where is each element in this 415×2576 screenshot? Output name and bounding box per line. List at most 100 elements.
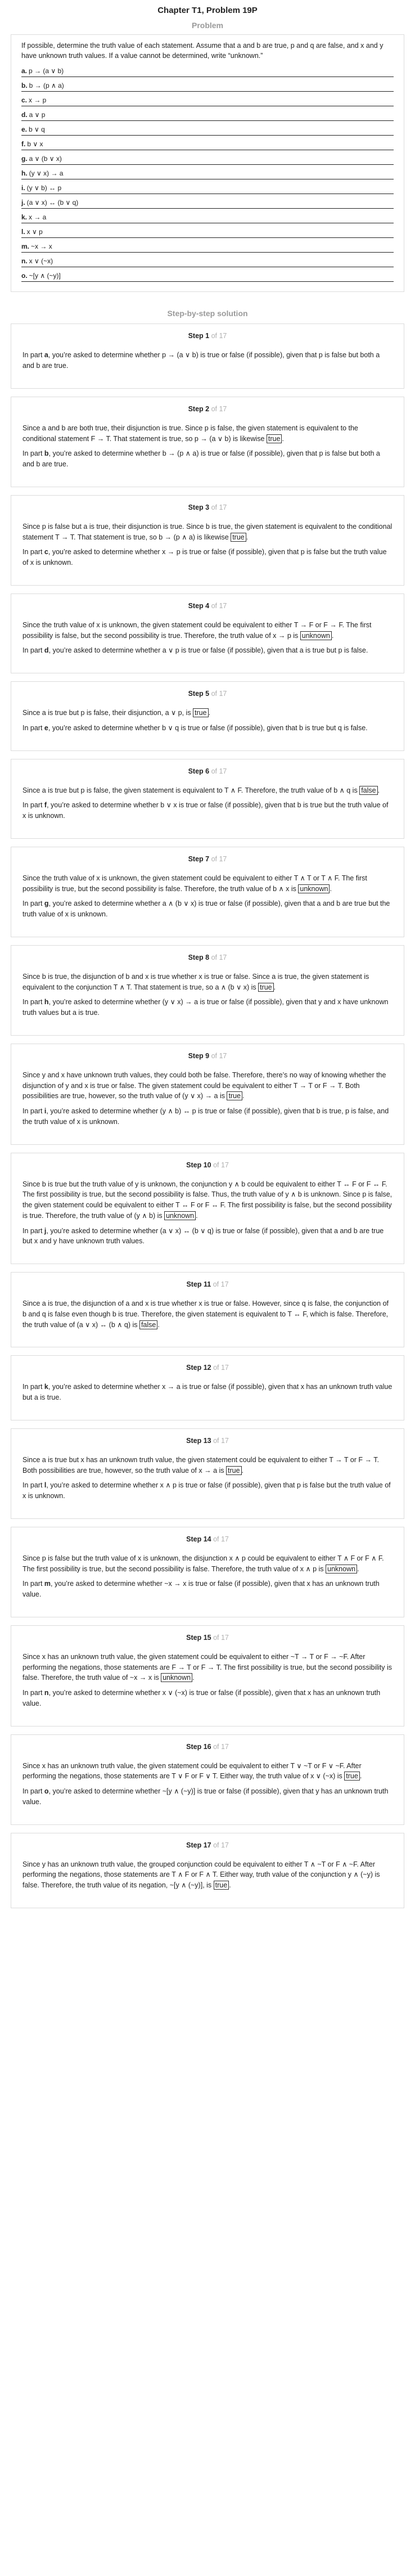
problem-card: If possible, determine the truth value o… bbox=[11, 34, 404, 293]
step-number: 14 bbox=[203, 1535, 211, 1543]
step-word: Step bbox=[188, 601, 206, 610]
step-of-total: of 17 bbox=[211, 1364, 229, 1372]
step-paragraph: Since a is true but x has an unknown tru… bbox=[22, 1455, 379, 1475]
step-paragraph: Since p is false but a is true, their di… bbox=[22, 522, 393, 542]
solution-step: Step 14 of 17 Since p is false but the tr… bbox=[11, 1526, 404, 1617]
step-number: 15 bbox=[203, 1633, 211, 1642]
part-label: h. bbox=[21, 169, 28, 178]
step-heading: Step 6 of 17 bbox=[22, 767, 393, 775]
step-paragraph: Since b is true but the truth value of y… bbox=[22, 1180, 393, 1220]
step-of-total: of 17 bbox=[209, 1051, 227, 1060]
solution-step: Step 7 of 17 Since the truth value of x i… bbox=[11, 846, 404, 937]
step-paragraph: In part o, you’re asked to determine whe… bbox=[22, 1787, 389, 1806]
step-word: Step bbox=[188, 953, 206, 961]
solution-step: Step 4 of 17 Since the truth value of x i… bbox=[11, 593, 404, 673]
solution-step: Step 11 of 17 Since a is true, the disjun… bbox=[11, 1272, 404, 1348]
part-expression: p → (a ∨ b) bbox=[29, 67, 64, 75]
part-label: i. bbox=[21, 184, 25, 192]
step-number: 11 bbox=[204, 1280, 211, 1288]
part-expression: b → (p ∧ a) bbox=[29, 82, 64, 90]
step-paragraph: In part m, you’re asked to determine whe… bbox=[22, 1580, 380, 1598]
step-paragraph: Since the truth value of x is unknown, t… bbox=[22, 621, 372, 640]
step-number: 13 bbox=[203, 1436, 211, 1445]
part-expression: ~x → x bbox=[31, 242, 52, 251]
answer-box: true bbox=[213, 1881, 229, 1890]
part-reference: o bbox=[44, 1787, 49, 1795]
part-label: a. bbox=[21, 67, 28, 75]
step-paragraph: Since x has an unknown truth value, the … bbox=[22, 1652, 393, 1683]
part-label: j. bbox=[21, 199, 25, 207]
part-reference: n bbox=[44, 1689, 49, 1697]
step-word: Step bbox=[188, 503, 206, 511]
step-heading: Step 13 of 17 bbox=[22, 1437, 393, 1445]
step-word: Step bbox=[186, 1633, 204, 1642]
step-word: Step bbox=[188, 855, 206, 863]
part-label: c. bbox=[21, 96, 28, 105]
part-expression: (y ∨ x) → a bbox=[29, 169, 64, 178]
step-word: Step bbox=[188, 690, 206, 698]
solution-step: Step 3 of 17 Since p is false but a is tr… bbox=[11, 494, 404, 586]
answer-box: true bbox=[226, 1465, 242, 1475]
problem-part: j. (a ∨ x) ↔ (b ∨ q) bbox=[21, 197, 394, 209]
solution-section-title: Step-by-step solution bbox=[167, 309, 248, 318]
problem-intro: If possible, determine the truth value o… bbox=[21, 42, 384, 60]
part-label: e. bbox=[21, 125, 28, 134]
part-reference: c bbox=[44, 548, 48, 556]
step-of-total: of 17 bbox=[211, 1161, 229, 1169]
part-label: b. bbox=[21, 82, 28, 90]
step-heading: Step 16 of 17 bbox=[22, 1743, 393, 1751]
answer-box: true bbox=[193, 708, 209, 717]
step-heading: Step 3 of 17 bbox=[22, 503, 393, 511]
answer-box: true bbox=[344, 1772, 360, 1781]
problem-part: b. b → (p ∧ a) bbox=[21, 80, 394, 92]
step-paragraph: In part d, you’re asked to determine whe… bbox=[22, 646, 368, 655]
part-label: l. bbox=[21, 228, 25, 236]
part-reference: a bbox=[44, 351, 48, 359]
solution-step: Step 16 of 17 Since x has an unknown trut… bbox=[11, 1734, 404, 1825]
step-of-total: of 17 bbox=[209, 855, 227, 863]
part-reference: i bbox=[44, 1107, 47, 1115]
chapter-title: Chapter T1, Problem 19P bbox=[157, 6, 258, 15]
step-heading: Step 12 of 17 bbox=[22, 1364, 393, 1372]
step-heading: Step 5 of 17 bbox=[22, 690, 393, 698]
problem-part: h. (y ∨ x) → a bbox=[21, 168, 394, 180]
solution-step: Step 8 of 17 Since b is true, the disjunc… bbox=[11, 945, 404, 1036]
answer-box: unknown bbox=[164, 1211, 196, 1220]
part-expression: ~[y ∧ (~y)] bbox=[29, 272, 61, 280]
step-of-total: of 17 bbox=[211, 1436, 229, 1445]
step-paragraph: In part k, you’re asked to determine whe… bbox=[22, 1383, 393, 1401]
part-label: o. bbox=[21, 272, 28, 280]
part-label: m. bbox=[21, 242, 30, 251]
step-word: Step bbox=[186, 1161, 204, 1169]
part-reference: h bbox=[44, 998, 49, 1006]
page: Chapter T1, Problem 19P Problem If possi… bbox=[11, 0, 404, 1933]
solution-step: Step 17 of 17 Since y has an unknown trut… bbox=[11, 1832, 404, 1908]
step-paragraph: In part l, you’re asked to determine whe… bbox=[22, 1481, 391, 1500]
solution-step: Step 12 of 17 In part k, you’re asked to … bbox=[11, 1355, 404, 1420]
step-heading: Step 9 of 17 bbox=[22, 1052, 393, 1060]
step-number: 16 bbox=[203, 1742, 211, 1751]
step-word: Step bbox=[186, 1436, 204, 1445]
step-paragraph: Since a is true but p is false, the give… bbox=[22, 785, 380, 795]
step-word: Step bbox=[186, 1364, 204, 1372]
step-heading: Step 15 of 17 bbox=[22, 1634, 393, 1642]
problem-part: n. x ∨ (~x) bbox=[21, 255, 394, 268]
step-paragraph: In part b, you’re asked to determine whe… bbox=[22, 449, 380, 468]
step-word: Step bbox=[186, 1742, 204, 1751]
answer-box: true bbox=[258, 982, 274, 992]
answer-box: unknown bbox=[300, 631, 332, 640]
step-heading: Step 2 of 17 bbox=[22, 405, 393, 413]
part-reference: f bbox=[44, 801, 47, 810]
part-label: k. bbox=[21, 213, 28, 222]
step-of-total: of 17 bbox=[211, 1841, 229, 1849]
step-paragraph: Since a is true, the disjunction of a an… bbox=[22, 1300, 389, 1329]
part-expression: x → p bbox=[29, 96, 47, 105]
problem-part: k. x → a bbox=[21, 212, 394, 224]
step-paragraph: Since a and b are both true, their disju… bbox=[22, 424, 358, 443]
part-reference: g bbox=[44, 900, 49, 908]
problem-section-title: Problem bbox=[191, 21, 223, 30]
problem-part: e. b ∨ q bbox=[21, 124, 394, 136]
part-expression: x ∨ (~x) bbox=[29, 257, 53, 266]
step-paragraph: In part g, you’re asked to determine whe… bbox=[22, 900, 390, 918]
part-reference: d bbox=[44, 646, 49, 655]
